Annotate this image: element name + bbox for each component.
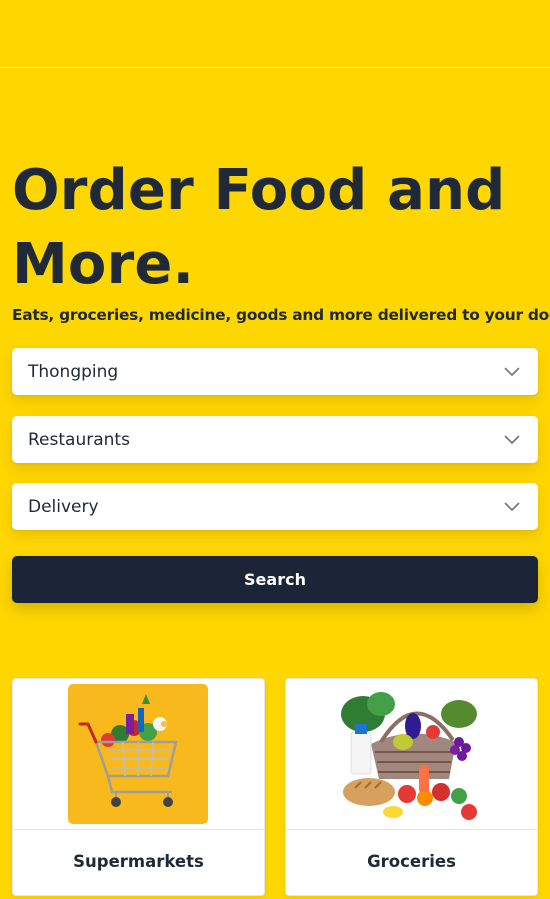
hero-subtitle: Eats, groceries, medicine, goods and mor… — [12, 306, 550, 324]
top-navbar — [0, 0, 550, 68]
location-select[interactable]: Thongping — [12, 348, 538, 395]
category-card-groceries[interactable]: Groceries — [285, 678, 538, 896]
grocery-basket-image — [341, 684, 481, 824]
hero-title: Order Food and More. — [12, 158, 506, 297]
category-select-value: Restaurants — [28, 429, 130, 450]
shopping-cart-groceries-image — [68, 684, 208, 824]
category-card-supermarkets[interactable]: Supermarkets — [12, 678, 265, 896]
card-divider — [286, 829, 537, 830]
delivery-mode-select-value: Delivery — [28, 496, 99, 517]
category-select[interactable]: Restaurants — [12, 416, 538, 463]
location-select-value: Thongping — [28, 361, 119, 382]
search-button[interactable]: Search — [12, 556, 538, 603]
delivery-mode-select[interactable]: Delivery — [12, 483, 538, 530]
card-divider — [13, 829, 264, 830]
chevron-down-icon — [504, 435, 520, 444]
chevron-down-icon — [504, 502, 520, 511]
category-label: Supermarkets — [73, 852, 204, 871]
category-label: Groceries — [367, 852, 456, 871]
chevron-down-icon — [504, 367, 520, 376]
